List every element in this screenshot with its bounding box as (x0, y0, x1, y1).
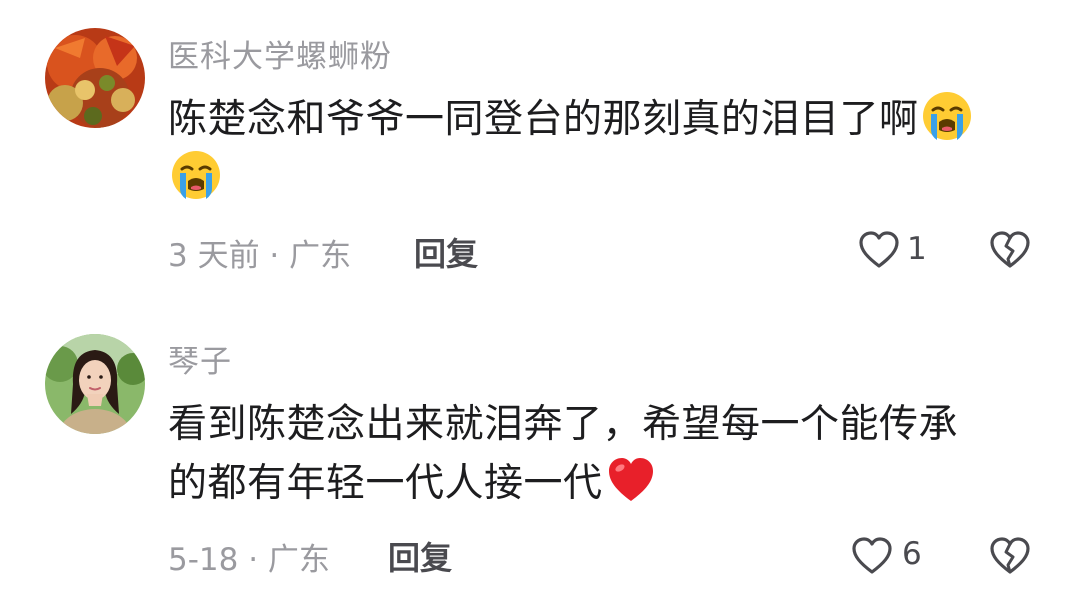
like-count: 1 (907, 231, 927, 267)
comment-text-line: 看到陈楚念出来就泪奔了，希望每一个能传承 (168, 402, 959, 447)
comment-text: 看到陈楚念出来就泪奔了，希望每一个能传承 的都有年轻一代人接一代 (168, 396, 1028, 513)
like-count: 6 (902, 536, 922, 572)
loudly-crying-face-emoji-icon (921, 90, 973, 142)
loudly-crying-face-emoji-icon (170, 149, 222, 201)
comment-item: 医科大学螺蛳粉 陈楚念和爷爷一同登台的那刻真的泪目了啊 3 天前 · 广东 回复… (0, 0, 1080, 300)
red-heart-emoji-icon (605, 454, 657, 506)
broken-heart-outline-icon[interactable] (988, 230, 1032, 270)
heart-outline-icon[interactable] (850, 536, 894, 576)
comment-time-location: 3 天前 · 广东 (168, 238, 352, 274)
user-avatar[interactable] (45, 334, 145, 434)
comment-text-line: 陈楚念和爷爷一同登台的那刻真的泪目了啊 (168, 97, 919, 142)
comment-time-location: 5-18 · 广东 (168, 542, 330, 578)
username[interactable]: 医科大学螺蛳粉 (168, 31, 392, 76)
reply-button[interactable]: 回复 (388, 533, 452, 579)
username[interactable]: 琴子 (168, 336, 232, 381)
broken-heart-outline-icon[interactable] (988, 536, 1032, 576)
comment-item: 琴子 看到陈楚念出来就泪奔了，希望每一个能传承 的都有年轻一代人接一代 5-18… (0, 300, 1080, 607)
heart-outline-icon[interactable] (857, 230, 901, 270)
user-avatar[interactable] (45, 28, 145, 128)
comment-text-line: 的都有年轻一代人接一代 (168, 461, 603, 506)
reply-button[interactable]: 回复 (414, 229, 478, 275)
comment-text: 陈楚念和爷爷一同登台的那刻真的泪目了啊 (168, 90, 1028, 208)
